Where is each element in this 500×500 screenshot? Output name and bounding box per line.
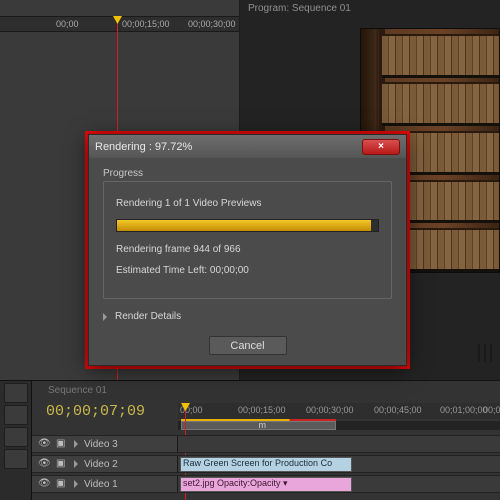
ruler-tick: 00;00;15;00	[122, 19, 170, 29]
transport-controls[interactable]	[480, 340, 500, 354]
status-text: Rendering 1 of 1 Video Previews	[116, 198, 379, 209]
clip-video-2[interactable]: Raw Green Screen for Production Co	[180, 457, 352, 472]
sequence-tab[interactable]: Sequence 01	[42, 384, 113, 397]
track-video-3[interactable]: 👁 ▣ Video 3	[32, 435, 500, 453]
eye-icon[interactable]: 👁	[38, 438, 50, 450]
ruler-tick: 00;00;30;00	[188, 19, 236, 29]
timeline-ruler[interactable]: 00;00 00;00;15;00 00;00;30;00 00;00;45;0…	[178, 403, 500, 419]
tool-palette[interactable]	[0, 381, 32, 500]
progress-group-label: Progress	[103, 168, 392, 179]
chevron-right-icon	[103, 313, 107, 321]
tool-button[interactable]	[4, 449, 28, 469]
track-target-icon[interactable]: ▣	[56, 438, 68, 450]
track-video-1[interactable]: 👁 ▣ Video 1 set2.jpg Opacity:Opacity ▾	[32, 475, 500, 493]
track-label: Video 3	[84, 439, 118, 450]
render-details-label: Render Details	[115, 311, 181, 322]
ruler-tick: 00;01;15;00	[483, 405, 500, 415]
tool-button[interactable]	[4, 427, 28, 447]
ruler-tick: 00;01;00;00	[440, 405, 488, 415]
chevron-right-icon[interactable]	[74, 460, 78, 468]
program-panel-tab[interactable]: Program: Sequence 01	[242, 0, 357, 17]
ruler-tick: 00;00;30;00	[306, 405, 354, 415]
render-details-toggle[interactable]: Render Details	[103, 311, 392, 322]
track-target-icon[interactable]: ▣	[56, 478, 68, 490]
eye-icon[interactable]: 👁	[38, 458, 50, 470]
chevron-right-icon[interactable]	[74, 440, 78, 448]
track-video-2[interactable]: 👁 ▣ Video 2 Raw Green Screen for Product…	[32, 455, 500, 473]
transport-button[interactable]	[484, 344, 486, 362]
dialog-title: Rendering : 97.72%	[95, 141, 362, 153]
eta-text: Estimated Time Left: 00;00;00	[116, 265, 379, 276]
frame-text: Rendering frame 944 of 966	[116, 244, 379, 255]
clip-video-1[interactable]: set2.jpg Opacity:Opacity ▾	[180, 477, 352, 492]
chevron-right-icon[interactable]	[74, 480, 78, 488]
tool-button[interactable]	[4, 405, 28, 425]
ruler-tick: 00;00;15;00	[238, 405, 286, 415]
close-button[interactable]: ×	[362, 139, 400, 155]
transport-button[interactable]	[478, 344, 480, 362]
cancel-button[interactable]: Cancel	[209, 336, 287, 355]
rendering-dialog: Rendering : 97.72% × Progress Rendering …	[88, 134, 407, 366]
tool-button[interactable]	[4, 383, 28, 403]
ruler-tick: 00;00	[56, 19, 79, 29]
eye-icon[interactable]: 👁	[38, 478, 50, 490]
work-area-bar[interactable]: m	[181, 421, 336, 430]
transport-button[interactable]	[490, 344, 492, 362]
track-target-icon[interactable]: ▣	[56, 458, 68, 470]
ruler-tick: 00;00;45;00	[374, 405, 422, 415]
track-label: Video 1	[84, 479, 118, 490]
timeline-timecode[interactable]: 00;00;07;09	[46, 403, 145, 420]
render-progress-bar	[116, 219, 379, 232]
track-label: Video 2	[84, 459, 118, 470]
work-area-label: m	[259, 420, 267, 430]
